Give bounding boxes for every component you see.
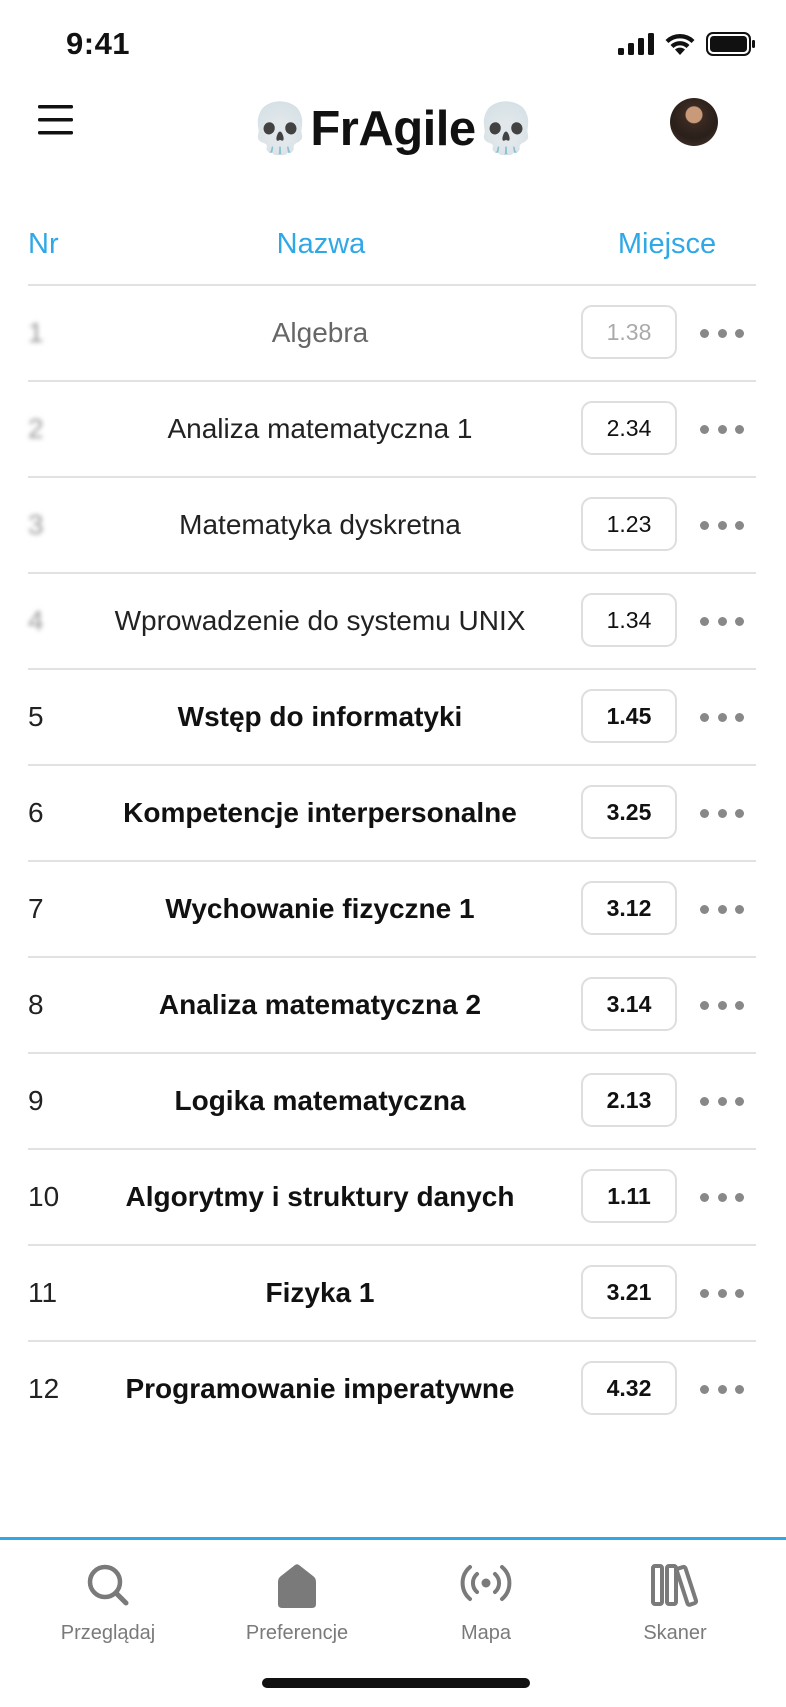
more-options-button[interactable] — [700, 704, 744, 730]
table-row[interactable]: 2 Analiza matematyczna 1 2.34 — [28, 382, 756, 478]
row-name: Analiza matematyczna 1 — [167, 413, 473, 444]
table-row[interactable]: 7 Wychowanie fizyczne 1 3.12 — [28, 862, 756, 958]
table-row[interactable]: 4 Wprowadzenie do systemu UNIX 1.34 — [28, 574, 756, 670]
tab-label: Mapa — [460, 1622, 512, 1644]
row-name: Matematyka dyskretna — [179, 509, 461, 540]
more-options-button[interactable] — [700, 1184, 744, 1210]
row-name: Kompetencje interpersonalne — [123, 797, 517, 828]
row-place-badge: 1.11 — [581, 1169, 677, 1223]
row-name: Wprowadzenie do systemu UNIX — [114, 605, 526, 636]
table-row[interactable]: 3 Matematyka dyskretna 1.23 — [28, 478, 756, 574]
row-place-badge: 3.21 — [581, 1265, 677, 1319]
more-options-button[interactable] — [700, 320, 744, 346]
home-icon — [278, 1564, 316, 1608]
row-place-badge: 4.32 — [581, 1361, 677, 1415]
battery-icon — [706, 32, 755, 56]
library-icon — [651, 1564, 699, 1607]
table-row[interactable]: 5 Wstęp do informatyki 1.45 — [28, 670, 756, 766]
row-name: Algorytmy i struktury danych — [125, 1181, 515, 1212]
row-place-badge: 1.23 — [581, 497, 677, 551]
more-options-button[interactable] — [700, 1376, 744, 1402]
table-row[interactable]: 10 Algorytmy i struktury danych 1.11 — [28, 1150, 756, 1246]
tab-preferencje[interactable]: Preferencje — [202, 1556, 392, 1645]
broadcast-icon — [460, 1565, 512, 1601]
table-row[interactable]: 9 Logika matematyczna 2.13 — [28, 1054, 756, 1150]
row-place-badge: 3.12 — [581, 881, 677, 935]
app-title: 💀FrAgile💀 — [249, 102, 537, 156]
more-options-button[interactable] — [700, 896, 744, 922]
row-place-badge: 1.38 — [581, 305, 677, 359]
more-options-button[interactable] — [700, 992, 744, 1018]
more-options-button[interactable] — [700, 1280, 744, 1306]
more-options-button[interactable] — [700, 1088, 744, 1114]
home-indicator — [262, 1678, 530, 1688]
tab-mapa[interactable]: Mapa — [391, 1556, 581, 1645]
table-row[interactable]: 11 Fizyka 1 3.21 — [28, 1246, 756, 1342]
tab-skaner[interactable]: Skaner — [580, 1556, 770, 1645]
wifi-icon — [665, 33, 695, 55]
row-name: Wychowanie fizyczne 1 — [165, 893, 475, 924]
more-options-button[interactable] — [700, 416, 744, 442]
user-avatar[interactable] — [670, 98, 718, 146]
row-name: Logika matematyczna — [174, 1085, 466, 1116]
more-options-button[interactable] — [700, 512, 744, 538]
row-name: Analiza matematyczna 2 — [158, 989, 482, 1020]
table-row[interactable]: 6 Kompetencje interpersonalne 3.25 — [28, 766, 756, 862]
row-name: Fizyka 1 — [265, 1277, 375, 1308]
row-place-badge: 2.34 — [581, 401, 677, 455]
row-place-badge: 3.25 — [581, 785, 677, 839]
row-place-badge: 1.34 — [581, 593, 677, 647]
row-name: Programowanie imperatywne — [125, 1373, 515, 1404]
tab-przegladaj[interactable]: Przeglądaj — [13, 1556, 203, 1645]
tab-label: Skaner — [643, 1622, 707, 1644]
table-row[interactable]: 8 Analiza matematyczna 2 3.14 — [28, 958, 756, 1054]
tab-label: Przeglądaj — [60, 1622, 156, 1644]
more-options-button[interactable] — [700, 608, 744, 634]
search-icon — [87, 1564, 129, 1606]
row-place-badge: 1.45 — [581, 689, 677, 743]
table-row[interactable]: 1 Algebra 1.38 — [28, 286, 756, 382]
status-icons — [618, 32, 756, 56]
row-place-badge: 2.13 — [581, 1073, 677, 1127]
column-header-place: Miejsce — [617, 228, 717, 260]
status-time: 9:41 — [66, 26, 131, 61]
tab-label: Preferencje — [245, 1622, 349, 1644]
status-bar: 9:41 — [0, 0, 786, 90]
column-header-name: Nazwa — [276, 228, 366, 260]
row-place-badge: 3.14 — [581, 977, 677, 1031]
signal-icon — [618, 33, 654, 55]
more-options-button[interactable] — [700, 800, 744, 826]
row-name: Algebra — [271, 317, 369, 348]
row-name: Wstęp do informatyki — [177, 701, 463, 732]
table-header: Nr Nazwa Miejsce — [28, 220, 756, 286]
table-row[interactable]: 12 Programowanie imperatywne 4.32 — [28, 1342, 756, 1438]
course-list: 1 Algebra 1.38 2 Analiza matematyczna 1 … — [28, 286, 756, 1438]
